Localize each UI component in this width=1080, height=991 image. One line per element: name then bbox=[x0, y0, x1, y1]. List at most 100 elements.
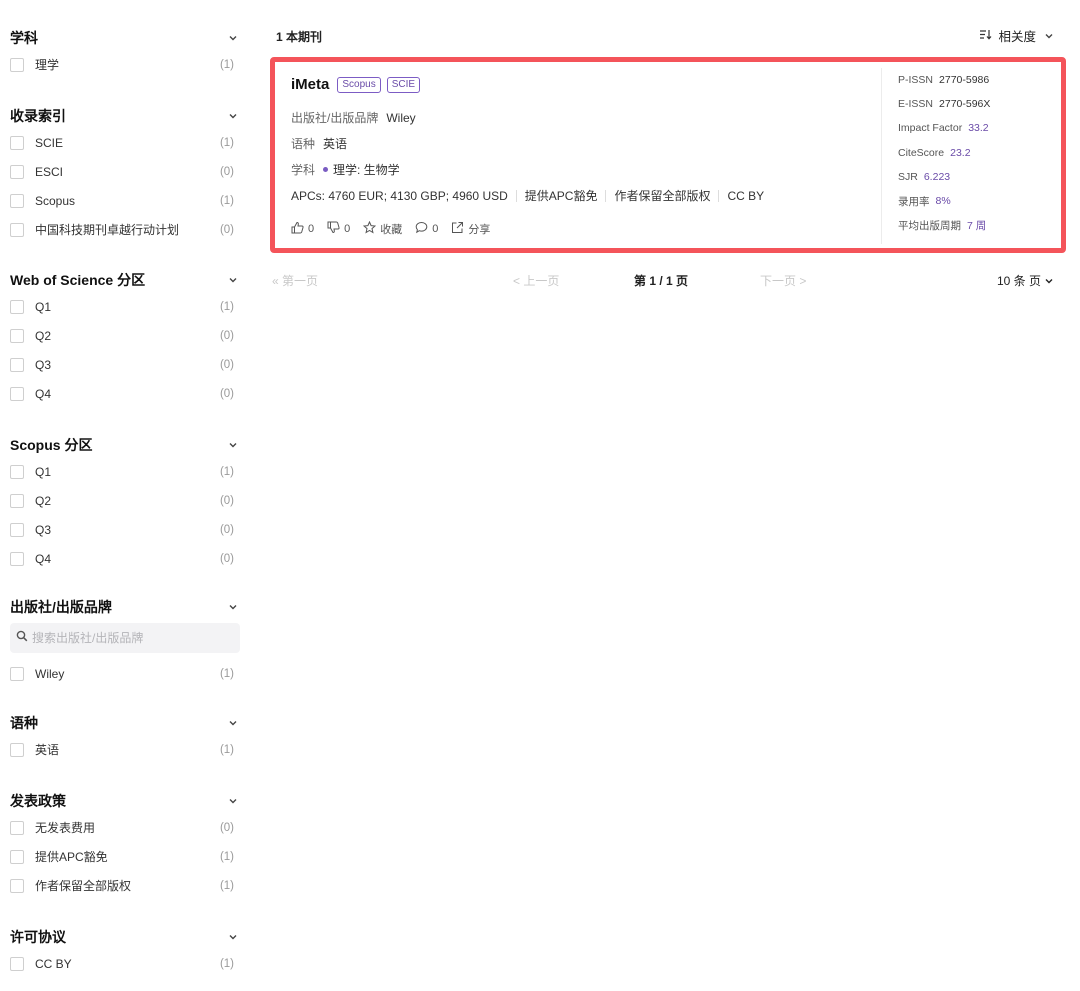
checkbox[interactable] bbox=[10, 742, 24, 757]
chevron-down-icon[interactable] bbox=[228, 440, 238, 450]
filter-option[interactable]: Q3 (0) bbox=[10, 515, 240, 544]
filter-option[interactable]: Q4 (0) bbox=[10, 544, 240, 573]
checkbox[interactable] bbox=[10, 493, 24, 508]
chevron-down-icon[interactable] bbox=[228, 796, 238, 806]
metric-value: 23.2 bbox=[950, 146, 971, 159]
checkbox[interactable] bbox=[10, 522, 24, 537]
filter-option[interactable]: 无发表费用 (0) bbox=[10, 813, 240, 842]
option-count: (1) bbox=[219, 667, 234, 680]
option-count: (1) bbox=[219, 194, 234, 207]
like-count: 0 bbox=[308, 223, 315, 235]
favorite-label: 收藏 bbox=[380, 224, 403, 236]
like-button[interactable]: 0 bbox=[291, 221, 314, 237]
chevron-down-icon[interactable] bbox=[228, 718, 238, 728]
thumbs-up-icon bbox=[291, 221, 308, 237]
option-count: (0) bbox=[219, 552, 234, 565]
publisher-row: 出版社/出版品牌 Wiley bbox=[291, 109, 416, 126]
subject-row: 学科 理学: 生物学 bbox=[291, 161, 400, 178]
filter-option[interactable]: 中国科技期刊卓越行动计划 (0) bbox=[10, 215, 240, 244]
checkbox[interactable] bbox=[10, 386, 24, 401]
filter-option[interactable]: Q3 (0) bbox=[10, 350, 240, 379]
sort-dropdown[interactable]: 相关度 bbox=[979, 26, 1056, 45]
chevron-down-icon[interactable] bbox=[228, 932, 238, 942]
checkbox[interactable] bbox=[10, 551, 24, 566]
checkbox[interactable] bbox=[10, 222, 24, 237]
filter-option[interactable]: SCIE (1) bbox=[10, 128, 240, 157]
filter-option[interactable]: Q2 (0) bbox=[10, 486, 240, 515]
first-page-button[interactable]: « 第一页 bbox=[272, 272, 318, 289]
filter-group-header[interactable]: 发表政策 bbox=[10, 789, 240, 813]
metric-label: 录用率 bbox=[898, 195, 930, 208]
filter-group-title: 出版社/出版品牌 bbox=[10, 599, 112, 615]
checkbox[interactable] bbox=[10, 299, 24, 314]
checkbox[interactable] bbox=[10, 193, 24, 208]
option-count: (0) bbox=[219, 387, 234, 400]
publisher-search-input[interactable] bbox=[32, 631, 222, 645]
comment-button[interactable]: 0 bbox=[415, 221, 438, 237]
index-tag: Scopus bbox=[337, 76, 381, 93]
checkbox[interactable] bbox=[10, 464, 24, 479]
metric-sjr: SJR 6.223 bbox=[898, 165, 990, 189]
checkbox[interactable] bbox=[10, 956, 24, 971]
checkbox[interactable] bbox=[10, 57, 24, 72]
option-count: (1) bbox=[219, 136, 234, 149]
publisher-label: 出版社/出版品牌 bbox=[291, 111, 379, 125]
next-page-button[interactable]: 下一页 > bbox=[760, 272, 806, 289]
filter-group-header[interactable]: 语种 bbox=[10, 711, 240, 735]
metric-label: CiteScore bbox=[898, 146, 945, 159]
metric-value: 2770-5986 bbox=[939, 74, 990, 87]
dislike-button[interactable]: 0 bbox=[327, 221, 350, 237]
filter-option[interactable]: Scopus (1) bbox=[10, 186, 240, 215]
filter-group-header[interactable]: 出版社/出版品牌 bbox=[10, 595, 240, 619]
option-count: (1) bbox=[219, 300, 234, 313]
filter-option[interactable]: Q2 (0) bbox=[10, 321, 240, 350]
filter-option[interactable]: Q1 (1) bbox=[10, 292, 240, 321]
metric-label: 平均出版周期 bbox=[898, 219, 961, 232]
filter-option[interactable]: 提供APC豁免 (1) bbox=[10, 842, 240, 871]
filter-option[interactable]: ESCI (0) bbox=[10, 157, 240, 186]
option-label: Scopus bbox=[35, 193, 76, 208]
checkbox[interactable] bbox=[10, 164, 24, 179]
divider bbox=[718, 189, 720, 202]
option-label: 中国科技期刊卓越行动计划 bbox=[35, 223, 180, 237]
checkbox[interactable] bbox=[10, 135, 24, 150]
filter-group-language: 语种 英语 (1) bbox=[10, 711, 240, 764]
filter-option[interactable]: 理学 (1) bbox=[10, 50, 240, 79]
filter-group-header[interactable]: Scopus 分区 bbox=[10, 433, 240, 457]
checkbox[interactable] bbox=[10, 666, 24, 681]
divider bbox=[605, 189, 607, 202]
journal-title[interactable]: iMeta bbox=[291, 76, 329, 93]
filter-option[interactable]: Q1 (1) bbox=[10, 457, 240, 486]
chevron-down-icon[interactable] bbox=[228, 602, 238, 612]
metric-value: 33.2 bbox=[968, 122, 989, 135]
option-label: 英语 bbox=[35, 743, 60, 757]
checkbox[interactable] bbox=[10, 878, 24, 893]
option-label: ESCI bbox=[35, 164, 64, 179]
chevron-down-icon[interactable] bbox=[228, 33, 238, 43]
chevron-down-icon[interactable] bbox=[228, 111, 238, 121]
share-button[interactable]: 分享 bbox=[451, 221, 490, 237]
filter-group-header[interactable]: 收录索引 bbox=[10, 104, 240, 128]
filter-group-header[interactable]: Web of Science 分区 bbox=[10, 268, 240, 292]
favorite-button[interactable]: 收藏 bbox=[363, 220, 403, 237]
option-count: (1) bbox=[219, 58, 234, 71]
checkbox[interactable] bbox=[10, 820, 24, 835]
checkbox[interactable] bbox=[10, 357, 24, 372]
journal-card[interactable]: iMeta Scopus SCIE 出版社/出版品牌 Wiley 语种 英语 学… bbox=[270, 57, 1066, 253]
sort-icon bbox=[979, 29, 992, 43]
checkbox[interactable] bbox=[10, 849, 24, 864]
filter-option[interactable]: 英语 (1) bbox=[10, 735, 240, 764]
filter-option[interactable]: Wiley (1) bbox=[10, 659, 240, 688]
filter-group-header[interactable]: 许可协议 bbox=[10, 925, 240, 949]
prev-page-button[interactable]: < 上一页 bbox=[513, 272, 559, 289]
chevron-down-icon bbox=[1044, 31, 1054, 41]
filter-group-header[interactable]: 学科 bbox=[10, 26, 240, 50]
metric-label: SJR bbox=[898, 170, 918, 183]
results-count: 1 本期刊 bbox=[276, 30, 323, 44]
filter-option[interactable]: 作者保留全部版权 (1) bbox=[10, 871, 240, 900]
checkbox[interactable] bbox=[10, 328, 24, 343]
chevron-down-icon[interactable] bbox=[228, 275, 238, 285]
page-size-dropdown[interactable]: 10 条 页 bbox=[997, 272, 1056, 289]
filter-option[interactable]: Q4 (0) bbox=[10, 379, 240, 408]
filter-option[interactable]: CC BY (1) bbox=[10, 949, 240, 978]
